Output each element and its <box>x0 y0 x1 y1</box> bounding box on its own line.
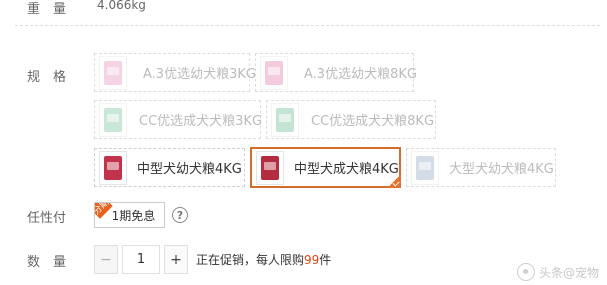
spec-option-label: A.3优选幼犬粮8KG <box>304 67 417 82</box>
promo-prefix: 正在促销，每人限购 <box>196 253 305 267</box>
spec-option-cc-adult-3kg[interactable]: CC优选成犬犬粮3KG <box>94 100 263 139</box>
product-thumbnail <box>271 102 299 137</box>
payment-label: 任性付 <box>27 211 67 226</box>
installment-tag-text: 分期 <box>95 203 113 219</box>
installment-label: 1期免息 <box>111 208 156 223</box>
spec-option-medium-adult-4kg[interactable]: 中型犬成犬粮4KG <box>250 147 401 188</box>
spec-option-label: 大型犬幼犬粮4KG <box>449 162 554 177</box>
spec-label: 规 格 <box>27 70 67 85</box>
installment-tag: 分期 <box>95 203 115 223</box>
watermark: 头条@宠物 <box>516 263 599 281</box>
product-thumbnail <box>99 55 127 90</box>
section-divider <box>15 25 600 26</box>
product-thumbnail <box>256 150 284 185</box>
quantity-label: 数 量 <box>27 255 67 270</box>
quantity-decrease-button[interactable]: − <box>94 245 118 274</box>
spec-option-a3-puppy-8kg[interactable]: A.3优选幼犬粮8KG <box>255 53 417 92</box>
spec-option-label: 中型犬成犬粮4KG <box>294 162 399 177</box>
watermark-logo-icon <box>516 263 535 281</box>
weight-label: 重 量 <box>27 2 67 17</box>
weight-value: 4.066kg <box>97 0 146 12</box>
product-thumbnail <box>99 102 127 137</box>
watermark-text: 头条@宠物 <box>538 265 599 280</box>
installment-option[interactable]: 分期 1期免息 <box>94 202 165 228</box>
product-thumbnail <box>411 150 439 185</box>
promo-text: 正在促销，每人限购99件 <box>196 251 331 268</box>
product-thumbnail <box>260 55 288 90</box>
spec-option-label: CC优选成犬犬粮8KG <box>311 114 435 129</box>
selected-check-icon <box>387 174 401 188</box>
spec-option-medium-puppy-4kg[interactable]: 中型犬幼犬粮4KG <box>94 148 245 187</box>
spec-option-label: CC优选成犬犬粮3KG <box>139 114 263 129</box>
spec-option-large-puppy-4kg[interactable]: 大型犬幼犬粮4KG <box>406 148 556 187</box>
quantity-input[interactable]: 1 <box>122 245 160 274</box>
spec-option-a3-puppy-3kg[interactable]: A.3优选幼犬粮3KG <box>94 53 256 92</box>
spec-option-label: 中型犬幼犬粮4KG <box>137 162 242 177</box>
spec-option-cc-adult-8kg[interactable]: CC优选成犬犬粮8KG <box>266 100 436 139</box>
promo-limit: 99 <box>304 253 320 267</box>
promo-suffix: 件 <box>319 253 332 267</box>
help-icon[interactable]: ? <box>172 207 188 223</box>
product-thumbnail <box>99 150 127 185</box>
quantity-increase-button[interactable]: + <box>164 245 188 274</box>
spec-option-label: A.3优选幼犬粮3KG <box>143 67 256 82</box>
